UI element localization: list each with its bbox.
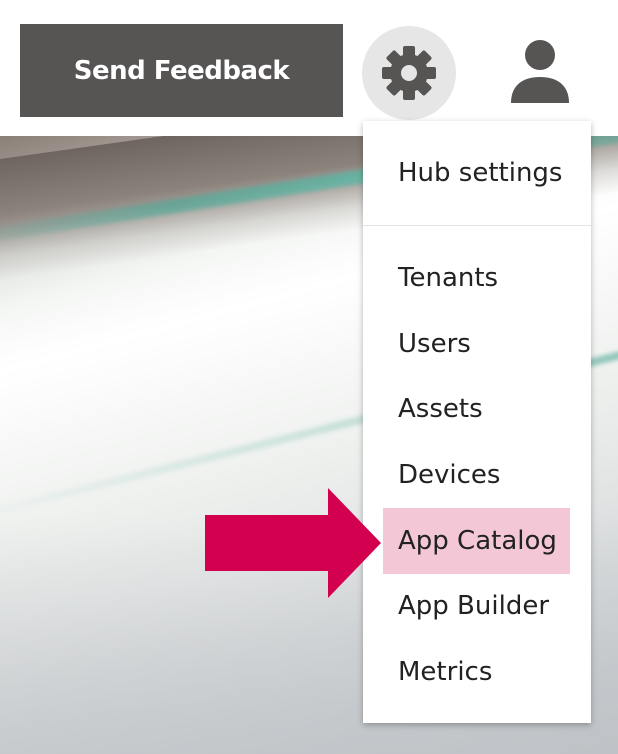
menu-item-metrics[interactable]: Metrics xyxy=(363,639,591,705)
menu-item-app-catalog[interactable]: App Catalog xyxy=(363,508,591,574)
menu-item-hub-settings[interactable]: Hub settings xyxy=(363,140,591,206)
menu-item-label: Tenants xyxy=(398,263,499,293)
menu-divider xyxy=(363,225,591,226)
menu-item-users[interactable]: Users xyxy=(363,311,591,377)
settings-dropdown-menu: Hub settings Tenants Users Assets Device… xyxy=(363,121,591,723)
screen: Send Feedback Hub settings Tenants Users… xyxy=(0,0,618,754)
menu-item-label: App Catalog xyxy=(398,526,557,556)
menu-item-tenants[interactable]: Tenants xyxy=(363,245,591,311)
menu-item-label: Hub settings xyxy=(398,158,563,188)
menu-item-assets[interactable]: Assets xyxy=(363,376,591,442)
menu-item-label: App Builder xyxy=(398,591,550,621)
menu-item-label: Assets xyxy=(398,394,483,424)
menu-item-app-builder[interactable]: App Builder xyxy=(363,573,591,639)
menu-item-devices[interactable]: Devices xyxy=(363,442,591,508)
menu-item-label: Users xyxy=(398,329,471,359)
user-icon xyxy=(511,40,569,103)
header-bar: Send Feedback xyxy=(0,0,618,136)
gear-icon xyxy=(382,46,436,100)
menu-item-label: Devices xyxy=(398,460,501,490)
settings-button[interactable] xyxy=(362,26,456,120)
send-feedback-button[interactable]: Send Feedback xyxy=(20,24,343,117)
user-profile-button[interactable] xyxy=(500,30,580,110)
arrow-right-icon xyxy=(205,488,381,598)
menu-item-label: Metrics xyxy=(398,657,493,687)
